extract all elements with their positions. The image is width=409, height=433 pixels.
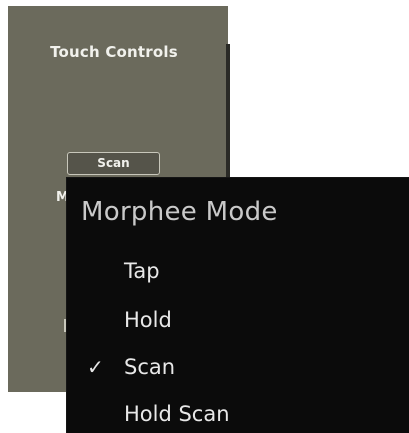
panel-edge-divider xyxy=(226,44,230,179)
screen: Touch Controls Scan M Morphee Mode Tap H… xyxy=(0,0,409,433)
panel-title: Touch Controls xyxy=(50,43,178,61)
menu-item-hold[interactable]: Hold xyxy=(67,301,409,339)
morphee-mode-button[interactable]: Scan xyxy=(67,152,160,175)
morphee-mode-menu: Morphee Mode Tap Hold ✓ Scan Hold Scan xyxy=(67,178,409,433)
menu-item-tap[interactable]: Tap xyxy=(67,252,409,290)
menu-title: Morphee Mode xyxy=(81,197,278,227)
checkmark-icon: ✓ xyxy=(87,355,104,379)
menu-item-hold-scan[interactable]: Hold Scan xyxy=(67,395,409,433)
menu-item-label: Hold xyxy=(124,308,172,332)
menu-item-scan[interactable]: ✓ Scan xyxy=(67,348,409,386)
menu-item-label: Hold Scan xyxy=(124,402,230,426)
menu-item-label: Tap xyxy=(124,259,160,283)
menu-item-label: Scan xyxy=(124,355,176,379)
